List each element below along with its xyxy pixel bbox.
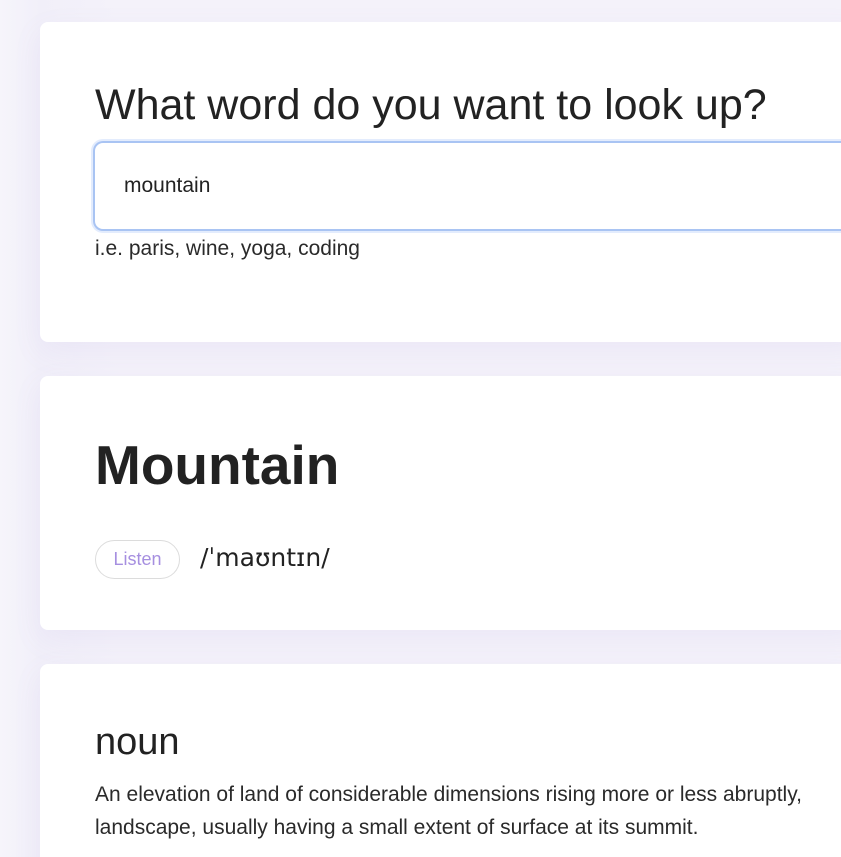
part-of-speech: noun xyxy=(95,721,180,763)
search-box[interactable] xyxy=(93,141,841,231)
definition-line: An elevation of land of considerable dim… xyxy=(95,783,802,806)
search-input[interactable] xyxy=(124,174,824,198)
listen-button[interactable]: Listen xyxy=(95,540,180,579)
definition-line: landscape, usually having a small extent… xyxy=(95,816,699,839)
word-card: Mountain Listen /ˈmaʊntɪn/ xyxy=(40,376,841,630)
search-card: What word do you want to look up? i.e. p… xyxy=(40,22,841,342)
meaning-card: noun An elevation of land of considerabl… xyxy=(40,664,841,857)
definition-text: An elevation of land of considerable dim… xyxy=(95,778,841,844)
search-title: What word do you want to look up? xyxy=(95,81,767,129)
phonetic-text: /ˈmaʊntɪn/ xyxy=(200,543,330,572)
page: What word do you want to look up? i.e. p… xyxy=(0,0,841,857)
search-hint: i.e. paris, wine, yoga, coding xyxy=(95,237,360,260)
word-title: Mountain xyxy=(95,434,340,496)
